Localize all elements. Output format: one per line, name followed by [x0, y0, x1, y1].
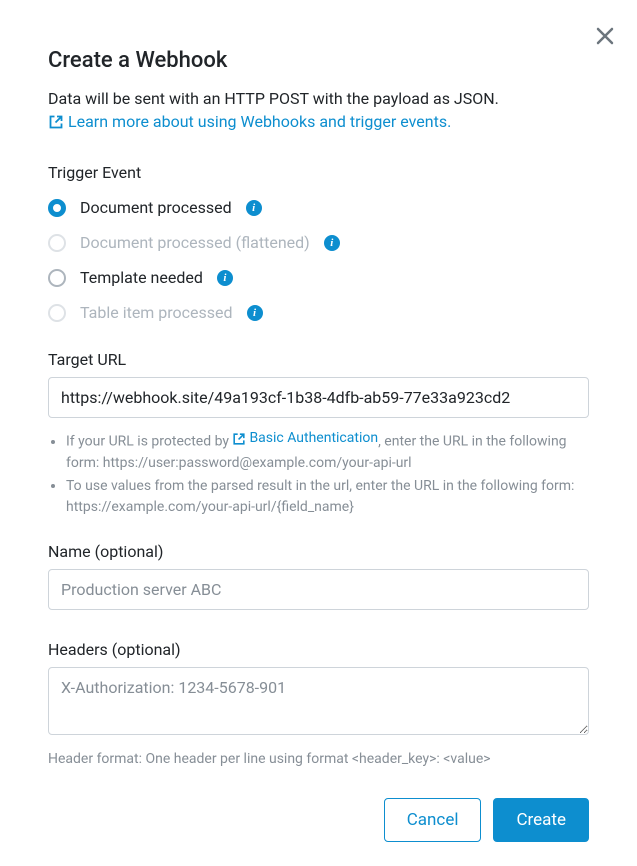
- helper-item: If your URL is protected by Basic Authen…: [66, 428, 589, 474]
- modal-subtitle: Data will be sent with an HTTP POST with…: [48, 87, 589, 111]
- create-button[interactable]: Create: [493, 798, 589, 842]
- info-icon[interactable]: [246, 200, 262, 216]
- external-link-icon: [232, 432, 246, 446]
- name-label: Name (optional): [48, 542, 589, 561]
- modal-title: Create a Webhook: [48, 48, 589, 73]
- radio-input[interactable]: [48, 269, 66, 287]
- trigger-event-label: Trigger Event: [48, 163, 589, 182]
- radio-document-processed[interactable]: Document processed: [48, 190, 589, 225]
- close-icon: [595, 26, 615, 46]
- headers-helper: Header format: One header per line using…: [48, 749, 589, 770]
- learn-more-link[interactable]: Learn more about using Webhooks and trig…: [48, 112, 451, 131]
- info-icon[interactable]: [247, 305, 263, 321]
- helper-item: To use values from the parsed result in …: [66, 476, 589, 518]
- trigger-event-group: Document processed Document processed (f…: [48, 190, 589, 330]
- radio-input[interactable]: [48, 199, 66, 217]
- radio-label: Document processed: [80, 198, 232, 217]
- name-field: Name (optional): [48, 542, 589, 620]
- radio-table-item-processed: Table item processed: [48, 295, 589, 330]
- create-webhook-modal: Create a Webhook Data will be sent with …: [0, 0, 637, 866]
- name-input[interactable]: [48, 569, 589, 610]
- radio-document-processed-flattened: Document processed (flattened): [48, 225, 589, 260]
- external-link-icon: [48, 114, 64, 130]
- headers-field: Headers (optional) Header format: One he…: [48, 640, 589, 770]
- headers-label: Headers (optional): [48, 640, 589, 659]
- radio-template-needed[interactable]: Template needed: [48, 260, 589, 295]
- target-url-helper: If your URL is protected by Basic Authen…: [48, 428, 589, 518]
- target-url-field: Target URL If your URL is protected by B…: [48, 350, 589, 518]
- radio-input: [48, 304, 66, 322]
- radio-input: [48, 234, 66, 252]
- info-icon[interactable]: [324, 235, 340, 251]
- target-url-input[interactable]: [48, 377, 589, 418]
- headers-input[interactable]: [48, 667, 589, 735]
- basic-auth-link[interactable]: Basic Authentication: [232, 428, 378, 449]
- cancel-button[interactable]: Cancel: [384, 798, 482, 842]
- close-button[interactable]: [593, 24, 617, 48]
- info-icon[interactable]: [217, 270, 233, 286]
- radio-label: Table item processed: [80, 303, 233, 322]
- radio-label: Template needed: [80, 268, 203, 287]
- modal-actions: Cancel Create: [48, 798, 589, 842]
- learn-more-label: Learn more about using Webhooks and trig…: [68, 112, 451, 131]
- radio-label: Document processed (flattened): [80, 233, 310, 252]
- target-url-label: Target URL: [48, 350, 589, 369]
